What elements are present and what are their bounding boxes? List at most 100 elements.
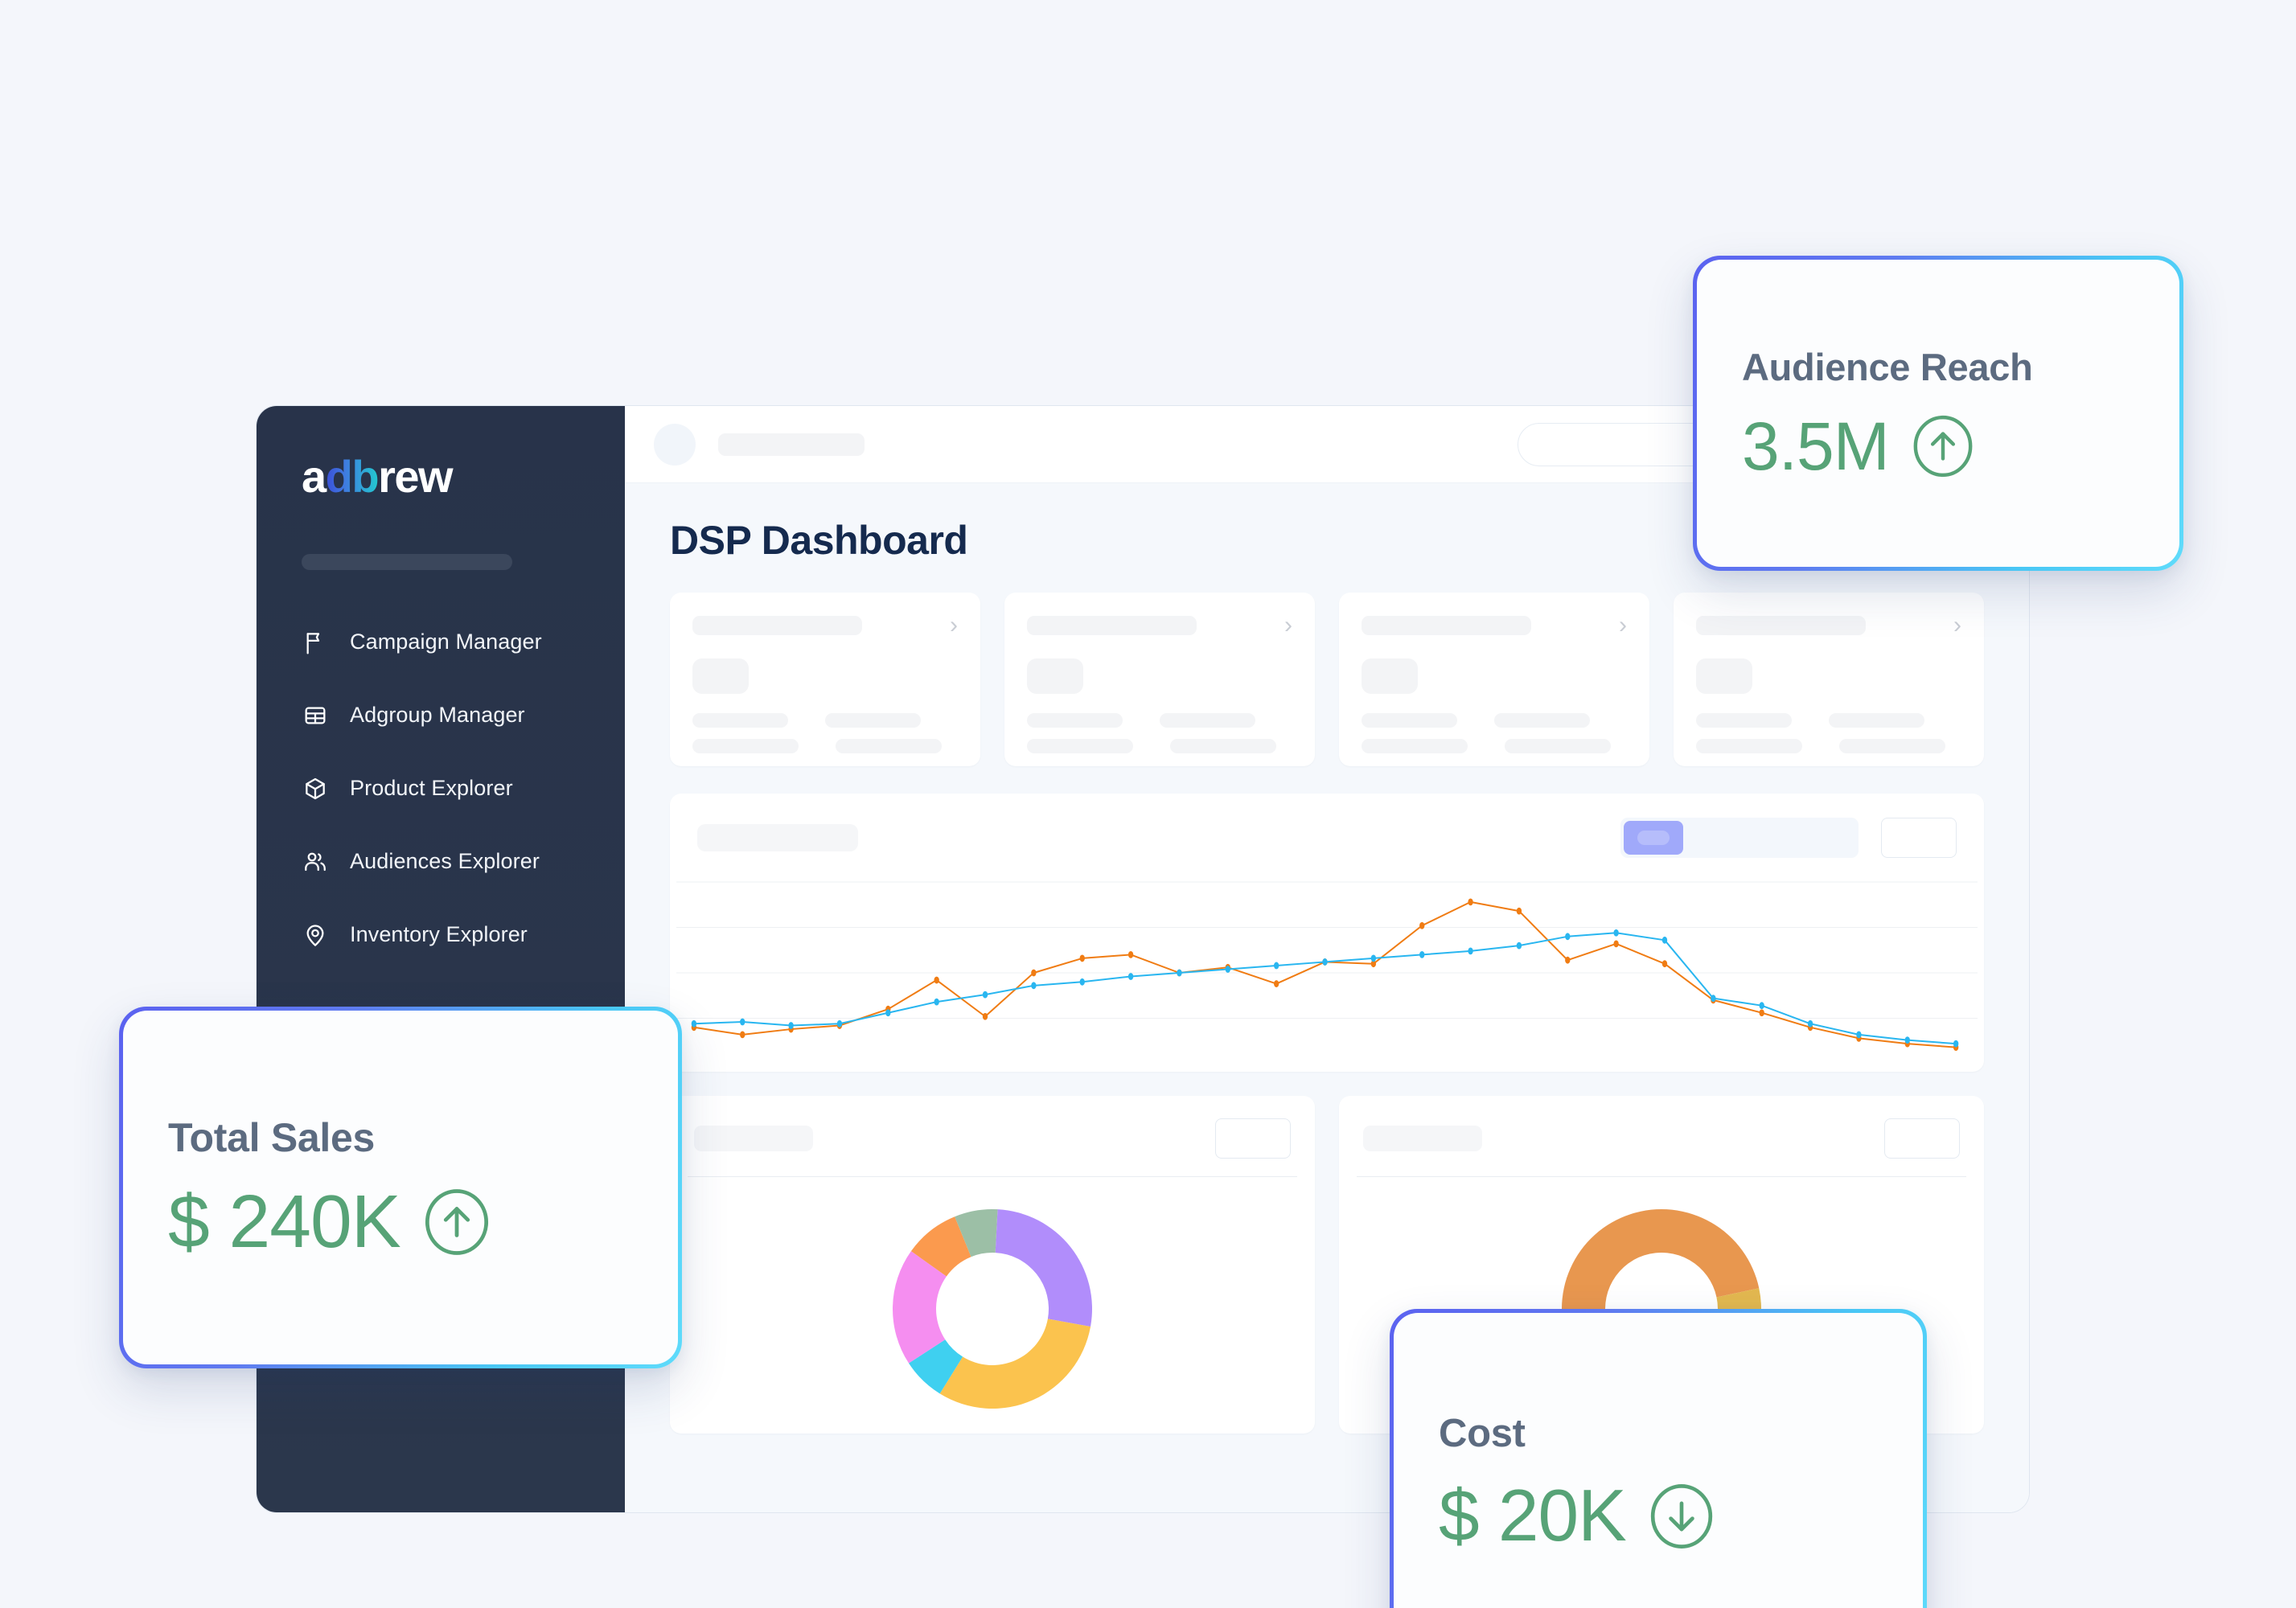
stat-card-value: 3.5M [1742,408,1890,484]
stat-card-total-sales: Total Sales $ 240K [119,1007,682,1368]
sidebar-nav: Campaign Manager Adgroup Manager Product… [257,621,625,955]
kpi-mini-row [1696,713,1961,728]
kpi-mini-skeleton [692,713,788,728]
arrow-up-circle-icon [1910,413,1976,479]
stat-card-value-row: $ 240K [168,1184,633,1259]
stat-card-label: Audience Reach [1742,346,2033,389]
arrow-up-circle-icon [421,1187,492,1257]
users-icon [302,848,329,876]
sidebar-item-campaign-manager[interactable]: Campaign Manager [257,621,625,662]
app-logo[interactable]: adbrew [302,454,625,499]
donut-chart-left [893,1209,1092,1409]
stat-card-value: $ 240K [168,1179,401,1263]
kpi-card[interactable]: › [1339,593,1649,766]
donut-card-header [1339,1096,1984,1159]
line-chart-card [670,794,1984,1072]
kpi-bar-skeleton [1505,739,1612,753]
kpi-card[interactable]: › [1674,593,1984,766]
kpi-title-skeleton [1696,616,1867,635]
donut-action-button[interactable] [1884,1118,1960,1159]
sidebar-item-product-explorer[interactable]: Product Explorer [257,768,625,809]
stat-card-cost: Cost $ 20K [1390,1309,1927,1608]
kpi-bar-row [1696,739,1961,753]
kpi-mini-skeleton [1159,713,1255,728]
chevron-right-icon[interactable]: › [1284,613,1292,638]
logo-text-suffix: rew [378,451,454,502]
kpi-mini-row [1027,713,1292,728]
kpi-card-header: › [1696,613,1961,638]
chevron-right-icon[interactable]: › [950,613,958,638]
stat-card-label: Total Sales [168,1115,375,1160]
donut-segment[interactable] [939,1319,1091,1409]
kpi-mini-skeleton [1493,713,1590,728]
chart-title-skeleton [697,824,858,851]
kpi-mini-skeleton [1027,713,1123,728]
divider [1357,1176,1966,1177]
kpi-value-skeleton [1696,658,1752,694]
sidebar-item-label: Campaign Manager [350,630,542,654]
kpi-card[interactable]: › [1004,593,1315,766]
kpi-card-header: › [1027,613,1292,638]
kpi-mini-skeleton [1828,713,1924,728]
stat-card-inner: Audience Reach 3.5M [1697,260,2179,567]
line-chart-svg [670,871,1984,1052]
kpi-mini-row [1362,713,1627,728]
table-icon [302,702,329,729]
segment-active-option[interactable] [1624,821,1683,855]
stat-card-value: $ 20K [1439,1475,1627,1557]
logo-text-accent: db [325,451,380,502]
kpi-bar-skeleton [1027,739,1133,753]
kpi-bar-row [1362,739,1627,753]
stat-card-value-row: $ 20K [1439,1479,1878,1553]
kpi-card-header: › [692,613,958,638]
chart-action-button[interactable] [1881,818,1957,858]
kpi-bar-row [1027,739,1292,753]
map-pin-icon [302,921,329,949]
sidebar-item-audiences-explorer[interactable]: Audiences Explorer [257,841,625,882]
line-chart-header [670,794,1984,858]
sidebar-item-inventory-explorer[interactable]: Inventory Explorer [257,914,625,955]
kpi-bar-skeleton [1170,739,1277,753]
kpi-mini-skeleton [824,713,921,728]
kpi-value-skeleton [1362,658,1418,694]
chevron-right-icon[interactable]: › [1953,613,1961,638]
kpi-mini-skeleton [1696,713,1792,728]
stat-card-inner: Total Sales $ 240K [123,1011,678,1364]
avatar[interactable] [654,423,696,466]
divider [688,1176,1297,1177]
sidebar-item-label: Product Explorer [350,776,513,800]
donut-segment[interactable] [995,1209,1092,1327]
topbar-skeleton-label [718,433,865,456]
sidebar-item-label: Inventory Explorer [350,922,528,946]
sidebar-item-label: Adgroup Manager [350,703,525,727]
page-root: adbrew Campaign Manager Adgroup Manager … [0,0,2296,1608]
kpi-bar-skeleton [836,739,943,753]
segment-glyph [1637,831,1670,845]
donut-card-header [670,1096,1315,1159]
sidebar-item-adgroup-manager[interactable]: Adgroup Manager [257,695,625,736]
stat-card-value-row: 3.5M [1742,412,2134,480]
kpi-card[interactable]: › [670,593,980,766]
kpi-bar-skeleton [1839,739,1946,753]
stat-card-audience-reach: Audience Reach 3.5M [1693,256,2183,571]
kpi-card-header: › [1362,613,1627,638]
donut-title-skeleton [694,1126,813,1151]
chevron-right-icon[interactable]: › [1619,613,1627,638]
line-chart-plot [670,871,1984,1072]
sidebar-item-label: Audiences Explorer [350,849,540,873]
sidebar-skeleton-bar [302,554,512,570]
flag-icon [302,629,329,656]
kpi-bar-skeleton [692,739,799,753]
kpi-bar-skeleton [1696,739,1802,753]
stat-card-inner: Cost $ 20K [1394,1313,1923,1608]
logo-text-prefix: a [302,451,327,502]
donut-card-left [670,1096,1315,1434]
donut-action-button[interactable] [1215,1118,1291,1159]
chart-view-segmented-control[interactable] [1620,818,1859,858]
kpi-value-skeleton [1027,658,1083,694]
arrow-down-circle-icon [1647,1482,1716,1551]
kpi-value-skeleton [692,658,749,694]
kpi-mini-skeleton [1362,713,1457,728]
stat-card-label: Cost [1439,1411,1526,1455]
kpi-mini-row [692,713,958,728]
